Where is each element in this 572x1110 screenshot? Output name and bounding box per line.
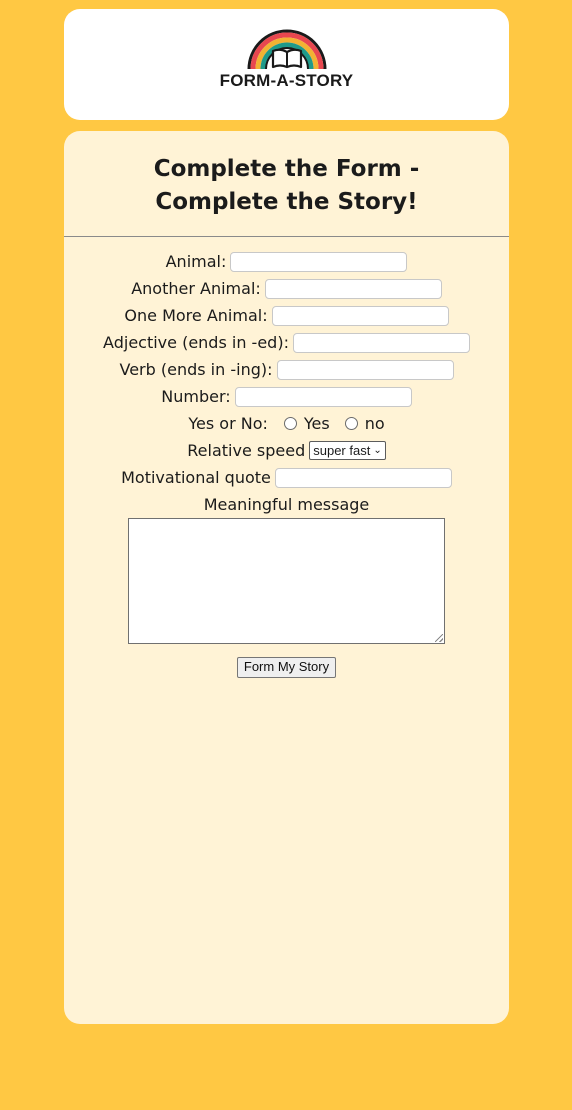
adjective-label: Adjective (ends in -ed): [103, 333, 289, 352]
relative-speed-label: Relative speed [187, 441, 306, 460]
no-radio-label[interactable]: no [365, 414, 385, 433]
relative-speed-value: super fast [313, 443, 371, 458]
meaningful-message-textarea[interactable] [128, 518, 445, 644]
no-radio[interactable] [344, 417, 358, 430]
logo-text: FORM-A-STORY [219, 71, 354, 90]
title-line-2: Complete the Story! [155, 189, 418, 215]
submit-wrap: Form My Story [64, 656, 509, 678]
verb-input[interactable] [276, 359, 454, 380]
row-verb: Verb (ends in -ing): [64, 356, 509, 383]
relative-speed-select[interactable]: super fast ⌄ [309, 441, 386, 460]
row-motivational-quote: Motivational quote [64, 464, 509, 491]
row-yes-or-no: Yes or No: Yes no [64, 410, 509, 437]
yes-radio-label[interactable]: Yes [304, 414, 330, 433]
animal-label: Animal: [165, 252, 227, 271]
row-one-more-animal: One More Animal: [64, 302, 509, 329]
number-input[interactable] [234, 386, 412, 407]
row-another-animal: Another Animal: [64, 275, 509, 302]
row-relative-speed: Relative speed super fast ⌄ [64, 437, 509, 464]
header-card: FORM-A-STORY [64, 9, 509, 120]
title-divider [64, 236, 509, 237]
yes-radio[interactable] [283, 417, 297, 430]
form-fields: Animal: Another Animal: One More Animal:… [64, 248, 509, 678]
resize-grip-icon[interactable] [435, 634, 443, 642]
yes-or-no-label: Yes or No: [188, 414, 268, 433]
one-more-animal-label: One More Animal: [124, 306, 268, 325]
another-animal-label: Another Animal: [131, 279, 261, 298]
one-more-animal-input[interactable] [271, 305, 449, 326]
chevron-down-icon: ⌄ [373, 445, 382, 456]
story-form-card: Complete the Form - Complete the Story! … [64, 131, 509, 1024]
motivational-quote-input[interactable] [274, 467, 452, 488]
number-label: Number: [161, 387, 231, 406]
form-a-story-logo: FORM-A-STORY [64, 27, 509, 91]
another-animal-input[interactable] [264, 278, 442, 299]
verb-label: Verb (ends in -ing): [119, 360, 273, 379]
row-number: Number: [64, 383, 509, 410]
rainbow-book-icon [247, 29, 326, 70]
title-line-1: Complete the Form - [153, 156, 420, 182]
motivational-quote-label: Motivational quote [121, 468, 271, 487]
animal-input[interactable] [230, 251, 408, 272]
page-title: Complete the Form - Complete the Story! [64, 131, 509, 219]
row-animal: Animal: [64, 248, 509, 275]
meaningful-message-label: Meaningful message [203, 495, 370, 514]
adjective-input[interactable] [292, 332, 470, 353]
row-adjective: Adjective (ends in -ed): [64, 329, 509, 356]
form-my-story-button[interactable]: Form My Story [236, 657, 337, 678]
